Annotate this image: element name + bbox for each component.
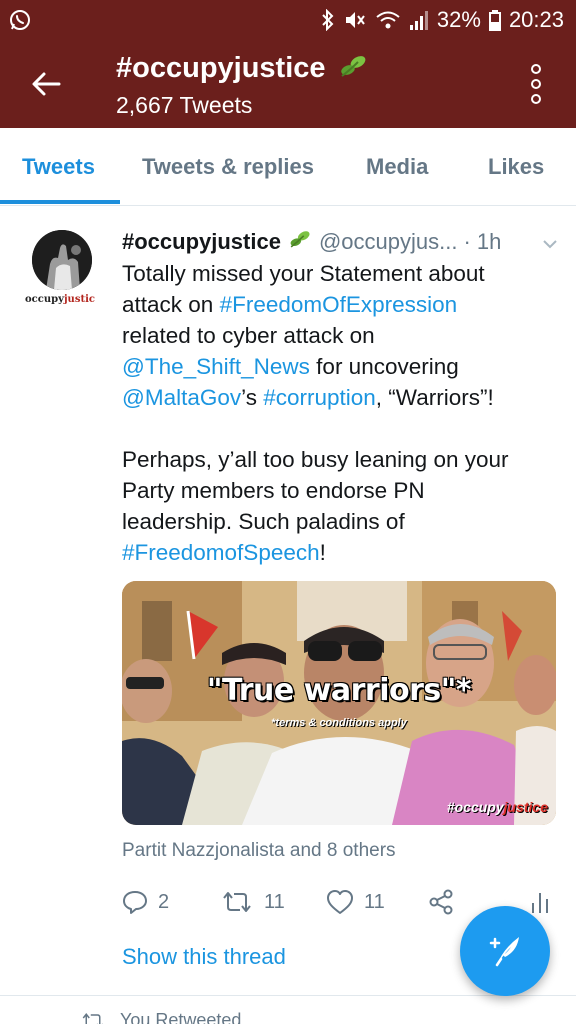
- tab-likes[interactable]: Likes: [488, 128, 544, 206]
- share-icon: [429, 889, 453, 915]
- reply-icon: [123, 891, 147, 914]
- retweet-label: You Retweeted: [120, 1010, 242, 1024]
- whatsapp-icon: [8, 8, 32, 32]
- dot: [531, 79, 541, 89]
- mute-icon: [343, 9, 367, 31]
- tagged-users[interactable]: Partit Nazzjonalista and 8 others: [122, 840, 396, 862]
- tab-tweets-replies[interactable]: Tweets & replies: [142, 128, 314, 206]
- seedling-icon: [285, 228, 313, 256]
- tweet-count: 2,667 Tweets: [116, 92, 253, 118]
- tweet-media-image[interactable]: "True warriors"* *terms & conditions app…: [122, 581, 556, 825]
- show-thread-link[interactable]: Show this thread: [122, 944, 286, 970]
- like-count: 11: [364, 890, 385, 913]
- active-tab-indicator: [0, 200, 120, 204]
- reply-button[interactable]: 2: [122, 882, 169, 922]
- seedling-icon: [336, 52, 368, 85]
- hashtag-link[interactable]: #corruption: [263, 385, 376, 410]
- tweet-timestamp: · 1h: [463, 229, 502, 254]
- tweet[interactable]: occupyjustic #occupyjustice @occupyjus..…: [0, 206, 576, 996]
- twitter-profile-screen: 32% 20:23 #occupyjustice 2,667 Tweets Tw…: [0, 0, 576, 1024]
- media-caption-main: "True warriors"*: [206, 673, 472, 708]
- dot: [531, 94, 541, 104]
- analytics-icon: [532, 893, 548, 913]
- signal-icon: [409, 9, 429, 31]
- tab-tweets[interactable]: Tweets: [22, 128, 95, 206]
- avatar-logo-text: occupyjustic: [25, 294, 95, 305]
- battery-percent: 32%: [436, 7, 481, 32]
- compose-feather-icon: [489, 937, 519, 967]
- tweet-header: #occupyjustice @occupyjus... · 1h: [122, 226, 562, 258]
- more-options-button[interactable]: [524, 64, 548, 104]
- retweet-button[interactable]: 11: [220, 882, 285, 922]
- chevron-down-icon[interactable]: [542, 232, 558, 249]
- tweet-author-name[interactable]: #occupyjustice: [122, 229, 281, 255]
- media-watermark: #occupyjustice: [446, 799, 548, 815]
- profile-title: #occupyjustice: [116, 52, 326, 84]
- avatar[interactable]: [32, 230, 92, 290]
- reply-count: 2: [158, 890, 170, 913]
- battery-icon: [488, 9, 501, 31]
- retweet-icon: [223, 892, 251, 912]
- profile-tabs: Tweets Tweets & replies Media Likes: [0, 128, 576, 206]
- tab-media[interactable]: Media: [366, 128, 428, 206]
- clock: 20:23: [508, 7, 564, 32]
- back-button[interactable]: [26, 66, 66, 102]
- mention-link[interactable]: @The_Shift_News: [122, 354, 310, 379]
- retweet-count: 11: [264, 890, 285, 913]
- profile-header: #occupyjustice 2,667 Tweets: [0, 40, 576, 128]
- like-button[interactable]: 11: [326, 882, 385, 922]
- mention-link[interactable]: @MaltaGov: [122, 385, 241, 410]
- heart-icon: [327, 890, 353, 914]
- dot: [531, 64, 541, 74]
- status-bar: 32% 20:23: [0, 0, 576, 40]
- tweet-author-handle[interactable]: @occupyjus...: [319, 229, 458, 255]
- arrow-left-icon: [32, 72, 61, 96]
- wifi-icon: [375, 9, 401, 31]
- media-caption-sub: *terms & conditions apply: [271, 717, 407, 729]
- hashtag-link[interactable]: #FreedomOfExpression: [220, 292, 458, 317]
- hashtag-link[interactable]: #FreedomofSpeech: [122, 540, 320, 565]
- retweet-icon: [82, 1012, 104, 1024]
- tweet-text: Totally missed your Statement about atta…: [122, 261, 509, 565]
- compose-tweet-button[interactable]: [460, 906, 550, 996]
- bluetooth-icon: [321, 9, 335, 31]
- retweet-indicator: You Retweeted: [80, 1010, 241, 1024]
- share-button[interactable]: [428, 882, 454, 922]
